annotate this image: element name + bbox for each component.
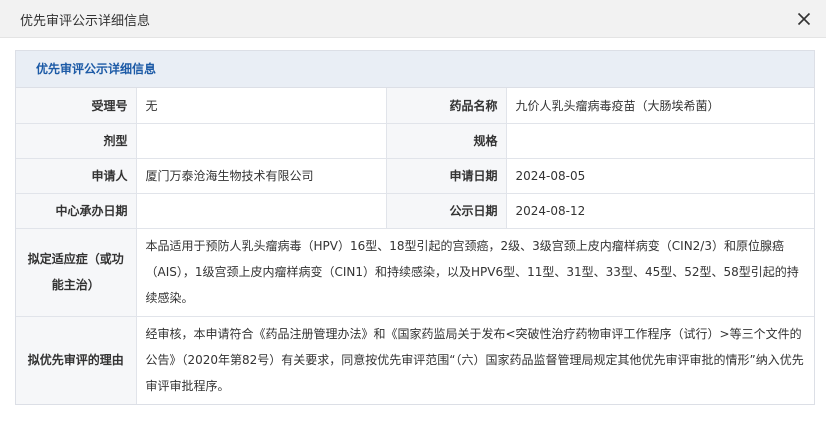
center-date-label: 中心承办日期 — [16, 192, 137, 229]
dosage-form-label: 剂型 — [16, 122, 137, 159]
center-date-value — [135, 192, 387, 229]
reason-label: 拟优先审评的理由 — [16, 315, 137, 404]
drug-name-label: 药品名称 — [385, 88, 507, 124]
panel-heading: 优先审评公示详细信息 — [16, 51, 814, 88]
indication-label: 拟定适应症（或功能主治） — [16, 227, 137, 317]
close-icon[interactable] — [796, 11, 812, 27]
spec-value — [505, 122, 814, 159]
detail-table: 受理号 无 药品名称 九价人乳头瘤病毒疫苗（大肠埃希菌） 剂型 规格 申请人 厦… — [16, 88, 814, 404]
table-row: 拟定适应症（或功能主治） 本品适用于预防人乳头瘤病毒（HPV）16型、18型引起… — [16, 227, 814, 317]
table-row: 申请人 厦门万泰沧海生物技术有限公司 申请日期 2024-08-05 — [16, 157, 814, 194]
table-row: 受理号 无 药品名称 九价人乳头瘤病毒疫苗（大肠埃希菌） — [16, 88, 814, 124]
acceptance-no-value: 无 — [135, 88, 387, 124]
publicity-date-label: 公示日期 — [385, 192, 507, 229]
publicity-date-value: 2024-08-12 — [505, 192, 814, 229]
acceptance-no-label: 受理号 — [16, 88, 137, 124]
spec-label: 规格 — [385, 122, 507, 159]
drug-name-value: 九价人乳头瘤病毒疫苗（大肠埃希菌） — [505, 88, 814, 124]
indication-value: 本品适用于预防人乳头瘤病毒（HPV）16型、18型引起的宫颈癌，2级、3级宫颈上… — [135, 227, 814, 317]
table-row: 剂型 规格 — [16, 122, 814, 159]
table-row: 拟优先审评的理由 经审核，本申请符合《药品注册管理办法》和《国家药监局关于发布<… — [16, 315, 814, 404]
table-row: 中心承办日期 公示日期 2024-08-12 — [16, 192, 814, 229]
apply-date-label: 申请日期 — [385, 157, 507, 194]
dialog-titlebar: 优先审评公示详细信息 — [0, 0, 826, 38]
detail-panel: 优先审评公示详细信息 受理号 无 药品名称 九价人乳头瘤病毒疫苗（大肠埃希菌） … — [15, 50, 815, 405]
applicant-value: 厦门万泰沧海生物技术有限公司 — [135, 157, 387, 194]
applicant-label: 申请人 — [16, 157, 137, 194]
dialog-title: 优先审评公示详细信息 — [20, 14, 151, 29]
reason-value: 经审核，本申请符合《药品注册管理办法》和《国家药监局关于发布<突破性治疗药物审评… — [135, 315, 814, 404]
dosage-form-value — [135, 122, 387, 159]
apply-date-value: 2024-08-05 — [505, 157, 814, 194]
